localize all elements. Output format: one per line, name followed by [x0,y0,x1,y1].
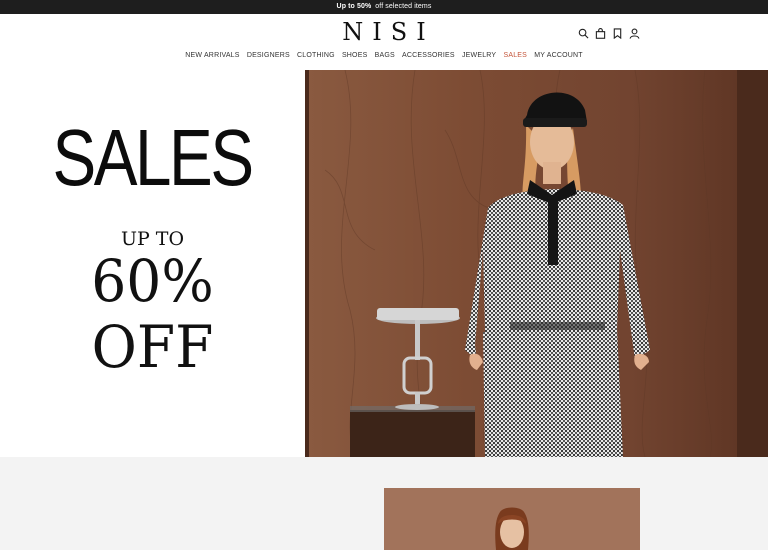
hero-title: SALES [52,113,254,202]
thumbnail-photo-illustration [384,488,640,550]
promo-strong-text: Up to 50% [336,3,372,10]
hero-image[interactable] [305,70,768,457]
nav-item-jewelry[interactable]: JEWELRY [462,52,496,59]
site-header: NISI NEW ARRIVALS DESIGNERS CLOTHING SHO… [0,14,768,70]
nav-item-designers[interactable]: DESIGNERS [247,52,290,59]
nav-item-new-arrivals[interactable]: NEW ARRIVALS [185,52,239,59]
header-icons [578,27,640,41]
hero-discount-percent: 60% [91,247,214,315]
user-icon[interactable] [629,27,640,40]
promo-text: off selected items [375,3,432,10]
shopping-bag-icon[interactable] [595,27,606,40]
product-thumbnail[interactable] [384,488,640,550]
nav-item-bags[interactable]: BAGS [375,52,395,59]
hero-sale-banner[interactable]: SALES UP TO 60% OFF [0,70,305,457]
bookmark-icon[interactable] [612,27,623,40]
hero-off-text: OFF [91,313,214,381]
promo-bar: Up to 50% off selected items [0,0,768,14]
nav-item-shoes[interactable]: SHOES [342,52,368,59]
nav-item-accessories[interactable]: ACCESSORIES [402,52,455,59]
nav-item-sales[interactable]: SALES [503,52,527,59]
hero-photo-illustration [305,70,768,457]
nav-item-clothing[interactable]: CLOTHING [297,52,335,59]
nav-item-my-account[interactable]: MY ACCOUNT [534,52,583,59]
search-icon[interactable] [578,27,589,40]
main-nav: NEW ARRIVALS DESIGNERS CLOTHING SHOES BA… [0,52,768,59]
site-logo[interactable]: NISI [0,18,768,46]
